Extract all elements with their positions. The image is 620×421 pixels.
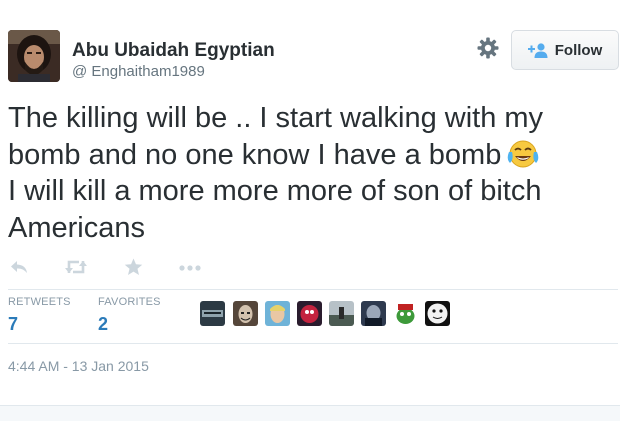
favorites-count: 2 [98,314,109,334]
user-avatar[interactable] [265,301,290,326]
tweet-line: bomb and no one know I have a bomb [8,138,502,171]
favorite-star-icon[interactable] [124,258,143,278]
reply-area-strip [0,405,620,421]
avatar-image [8,30,60,82]
divider [8,343,618,344]
reply-icon[interactable] [10,258,28,278]
tweet-line-with-emoji: bomb and no one know I have a bomb [8,137,614,174]
divider [8,289,618,290]
tweet-timestamp[interactable]: 4:44 AM - 13 Jan 2015 [8,358,149,374]
user-avatar[interactable] [393,301,418,326]
follow-label: Follow [554,41,603,59]
tweet-line: Americans [8,211,145,244]
face-with-tears-of-joy-icon [507,139,539,169]
user-avatar[interactable] [200,301,225,326]
user-avatar[interactable] [297,301,322,326]
retweet-icon[interactable] [64,258,88,278]
gear-icon[interactable] [476,36,500,60]
more-icon[interactable] [178,258,202,278]
favorites-label: FAVORITES [98,296,161,308]
add-user-icon [527,43,548,58]
author-handle[interactable]: @ Enghaitham1989 [72,63,205,80]
retweets-label: RETWEETS [8,296,71,308]
tweet-text: The killing will be .. I start walking w… [8,100,614,246]
tweet-line: I will kill a more more more of son of b… [8,175,542,207]
tweet-actions [0,252,620,282]
retweets-count: 7 [8,314,19,334]
user-avatar[interactable] [233,301,258,326]
favorites-stat[interactable]: FAVORITES 2 [98,296,161,335]
user-avatar[interactable] [329,301,354,326]
retweets-stat[interactable]: RETWEETS 7 [8,296,71,335]
follow-button[interactable]: Follow [511,30,619,70]
tweet-line: The killing will be .. I start walking w… [8,102,544,134]
author-display-name[interactable]: Abu Ubaidah Egyptian [72,40,275,62]
tweet-card: Abu Ubaidah Egyptian @ Enghaitham1989 Fo… [0,0,620,421]
user-avatar[interactable] [361,301,386,326]
author-avatar[interactable] [8,30,60,82]
user-avatar[interactable] [425,301,450,326]
